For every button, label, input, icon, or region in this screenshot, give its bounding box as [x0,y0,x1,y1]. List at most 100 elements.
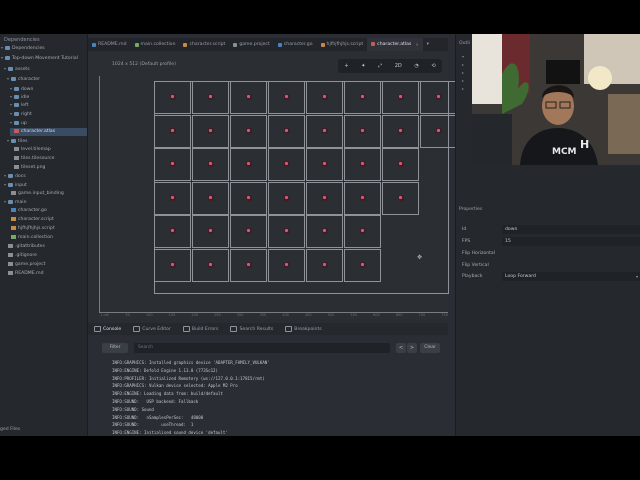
property-value[interactable]: 15 [502,237,640,246]
console-tab[interactable]: Build Errors [177,326,225,332]
tree-folder[interactable]: ▾ left [10,101,87,109]
atlas-sprite-cell[interactable] [306,114,343,148]
atlas-sprite-cell[interactable] [230,181,267,215]
atlas-sprite-cell[interactable] [420,114,457,148]
atlas-sprite-cell[interactable] [268,148,305,181]
move-icon[interactable]: ✦ [361,63,365,69]
clear-button[interactable]: Clear [420,343,440,353]
tree-file[interactable]: character.script [7,216,87,224]
tree-folder[interactable]: ▾ idle [10,93,87,101]
atlas-sprite-cell[interactable] [382,148,419,181]
console-search-input[interactable]: Search [134,343,390,353]
atlas-sprite-cell[interactable] [154,148,191,181]
tree-file[interactable]: character.go [7,207,87,215]
tree-file[interactable]: README.md [4,270,87,278]
close-icon[interactable]: ✕ [415,38,418,51]
atlas-sprite-cell[interactable] [154,81,191,114]
atlas-sprite-cell[interactable] [268,81,305,114]
console-tab[interactable]: Console [88,326,127,332]
atlas-sprite-cell[interactable] [382,81,419,114]
atlas-sprite-cell[interactable] [306,215,343,248]
tree-file[interactable]: game.project [4,261,87,269]
atlas-sprite-cell[interactable] [154,181,191,215]
atlas-sprite-cell[interactable] [344,148,381,181]
console-tab[interactable]: Breakpoints [279,326,327,332]
atlas-sprite-cell[interactable] [192,181,229,215]
tree-file[interactable]: tiles.tilesource [10,155,87,163]
tree-folder[interactable]: ▾ tiles [7,137,87,145]
tree-file[interactable]: .gitignore [4,252,87,260]
console-tab[interactable]: Curve Editor [127,326,177,332]
atlas-sprite-cell[interactable] [192,81,229,114]
tree-folder[interactable]: ▾ down [10,85,87,93]
atlas-sprite-cell[interactable] [344,181,381,215]
console-tab[interactable]: Search Results [224,326,279,332]
atlas-sprite-cell[interactable] [230,215,267,248]
atlas-sprite-cell[interactable] [192,148,229,181]
editor-tab[interactable]: main.collection [131,38,180,51]
property-value[interactable]: down [502,225,640,234]
editor-tab[interactable]: character.script [179,38,229,51]
atlas-sprite-cell[interactable] [306,248,343,282]
atlas-sprite-cell[interactable] [420,81,457,114]
pivot-icon[interactable]: ✥ [417,255,423,261]
atlas-sprite-cell[interactable] [192,248,229,282]
editor-tab[interactable]: character.atlas ✕ [367,37,423,52]
tree-file[interactable]: tileset.png [10,164,87,172]
atlas-sprite-cell[interactable] [192,215,229,248]
tree-folder[interactable]: ▾ docs [4,172,87,180]
atlas-sprite-cell[interactable] [268,215,305,248]
tree-file[interactable]: game.input_binding [7,190,87,198]
atlas-sprite-cell[interactable] [230,148,267,181]
tree-folder[interactable]: ▾ Top-down Movement Tutorial [1,54,87,62]
property-value[interactable]: Loop Forward ▾ [502,272,640,281]
tree-file[interactable]: character.atlas [10,128,87,136]
atlas-sprite-cell[interactable] [230,248,267,282]
atlas-sprite-cell[interactable] [230,81,267,114]
tree-folder[interactable]: ▾ assets [4,65,87,73]
tree-folder[interactable]: ▾ up [10,119,87,127]
atlas-sprite-cell[interactable] [154,114,191,148]
tree-file[interactable]: .gitattributes [4,243,87,251]
prev-button[interactable]: < [396,343,406,353]
tree-file[interactable]: level.tilemap [10,146,87,154]
atlas-sprite-cell[interactable] [344,215,381,248]
visibility-icon[interactable]: ◔ [414,63,418,69]
atlas-sprite-cell[interactable] [306,148,343,181]
property-value[interactable] [502,249,640,258]
tree-folder[interactable]: ▾ Dependencies [1,44,87,52]
scale-icon[interactable]: ⤢ [378,63,382,69]
atlas-sprite-cell[interactable] [230,114,267,148]
tree-file[interactable]: hjfhjfhjhjs.script [7,225,87,233]
atlas-sprite-cell[interactable] [382,181,419,215]
tabs-overflow-icon[interactable]: ▾ [423,38,433,51]
tree-folder[interactable]: ▾ input [4,181,87,189]
chevron-down-icon[interactable]: ▾ [636,272,638,282]
atlas-sprite-cell[interactable] [154,215,191,248]
atlas-sprite-cell[interactable] [344,81,381,114]
atlas-sprite-cell[interactable] [344,114,381,148]
next-button[interactable]: > [407,343,417,353]
tree-file[interactable]: main.collection [7,234,87,242]
editor-tab[interactable]: README.md [88,38,131,51]
tree-folder[interactable]: ▾ right [10,110,87,118]
add-icon[interactable]: + [344,63,348,69]
tree-folder[interactable]: ▾ character [7,75,87,83]
editor-tab[interactable]: hjfhjfhjhjs.script [317,38,368,51]
atlas-sprite-cell[interactable] [268,181,305,215]
atlas-sprite-cell[interactable] [306,81,343,114]
tree-folder[interactable]: ▾ main [4,198,87,206]
atlas-sprite-cell[interactable] [154,248,191,282]
atlas-sprite-cell[interactable] [306,181,343,215]
atlas-sprite-cell[interactable] [344,248,381,282]
atlas-sprite-cell[interactable] [268,114,305,148]
atlas-sprite-cell[interactable] [192,114,229,148]
filter-button[interactable]: Filter [102,343,128,353]
rotate-icon[interactable]: ⟲ [431,63,435,69]
property-value[interactable] [502,261,640,270]
editor-tab[interactable]: character.go [274,38,317,51]
atlas-sprite-cell[interactable] [268,248,305,282]
2d-toggle[interactable]: 2D [395,63,402,69]
atlas-sprite-cell[interactable] [382,114,419,148]
editor-tab[interactable]: game.project [229,38,273,51]
